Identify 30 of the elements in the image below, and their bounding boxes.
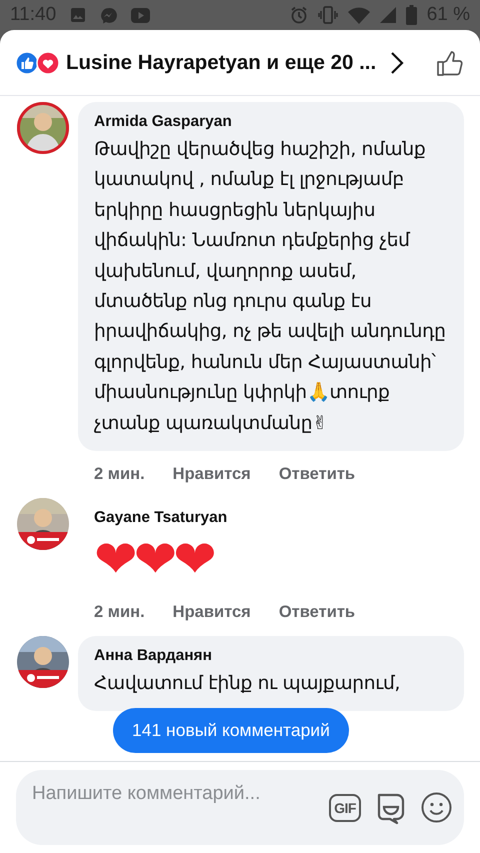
author-name[interactable]: Gayane Tsaturyan [94,509,464,528]
emoji-text: ❤❤❤ [94,531,213,590]
alarm-icon [290,6,308,24]
love-reaction-icon [36,50,60,74]
reply-link[interactable]: Ответить [278,602,356,622]
reactions-summary[interactable]: Lusine Hayrapetyan и еще 20 ... [66,50,390,74]
image-icon [70,7,86,23]
new-comments-button[interactable]: 141 новый комментарий [113,708,349,753]
vibrate-icon [318,6,338,24]
gif-button[interactable]: GIF [329,794,361,822]
chevron-right-icon [390,50,404,74]
emoji-icon [421,792,452,823]
avatar[interactable] [17,102,69,154]
author-name[interactable]: Анна Варданян [94,647,448,666]
battery-icon [406,5,417,25]
comment-time: 2 мин. [94,602,145,622]
signal-icon [380,7,396,23]
comment-time: 2 мин. [94,464,145,484]
comment-text: Թավիշը վերածվեց հաշիշի, ոմանք կատակով , ոմանք էլ լրջությամբ երկիրը հասցրեցին ներկայիս վիճակին: Նամռոտ դեմքերից չեմ վախենում, վաղորոք ասեմ, մտածենք ոնց դուրս գանք էս իրավիճակից, ոչ թե ավելի անդունդը գլորվենք, հանուն մեր Հայաստանի՝ միասնությունը կփրկի🙏տուրք չտանք պառակտմանը✌ [94,138,447,436]
like-link[interactable]: Нравится [172,464,251,484]
reply-link[interactable]: Ответить [278,464,356,484]
like-reaction-icon [15,50,39,74]
comment-text: Հավատում էինք ու պայքարում, [94,672,402,696]
comment-input[interactable]: Напишите комментарий... GIF [16,770,464,845]
author-name[interactable]: Armida Gasparyan [94,113,448,131]
chat-bubble-icon [100,6,118,24]
play-icon [131,8,150,22]
wifi-icon [348,6,370,24]
thumbs-up-icon [436,48,464,76]
like-link[interactable]: Нравится [172,602,251,622]
